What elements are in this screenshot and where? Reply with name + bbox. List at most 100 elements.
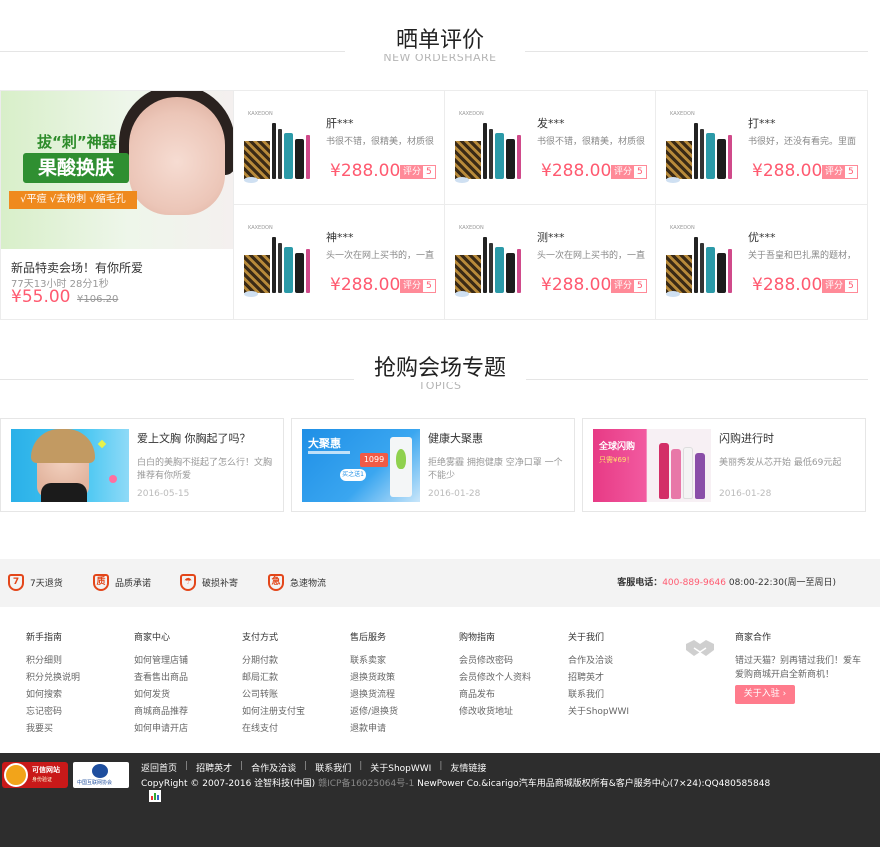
reviewer-name: 打*** (748, 117, 776, 130)
footer-link[interactable]: 邮局汇款 (242, 672, 342, 684)
footer-link[interactable]: 如何注册支付宝 (242, 706, 342, 718)
bottom-links: 返回首页 | 招聘英才 | 合作及洽谈 | 联系我们 | 关于ShopWWI | 友情链接 (141, 761, 487, 774)
footer-link[interactable]: 合作及洽谈 (568, 655, 668, 667)
score-badge: 评分 5 (822, 165, 858, 179)
product-image[interactable]: KAXEDON (666, 111, 738, 183)
share-title: 晒单评价 (375, 22, 504, 54)
seven-day-return-icon: 7 (8, 574, 24, 591)
brand-logo: KAXEDON (248, 225, 273, 231)
product-image[interactable]: KAXEDON (666, 225, 738, 297)
footer-link[interactable]: 如何申请开店 (134, 723, 234, 735)
join-merchant-button[interactable]: 关于入驻 › (735, 685, 795, 704)
quality-icon: 质 (93, 574, 109, 591)
share-grid: 拔“刺”神器 果酸换肤 √平痘 √去粉刺 √缩毛孔 新品特卖会场！有你所爱 77… (0, 90, 868, 320)
footer-link[interactable]: 我要买 (26, 723, 126, 735)
score-badge: 评分 5 (400, 165, 436, 179)
footer-link[interactable]: 退款申请 (350, 723, 450, 735)
internet-society-badge[interactable]: 中国互联网协会 (73, 762, 129, 788)
topic-date: 2016-01-28 (719, 489, 772, 499)
topic-title[interactable]: 爱上文胸 你胸起了吗？ (137, 430, 251, 446)
footer-link[interactable]: 招聘英才 (568, 672, 668, 684)
footer-link[interactable]: 如何管理店铺 (134, 655, 234, 667)
footer-link[interactable]: 查看售出商品 (134, 672, 234, 684)
footer-link[interactable]: 分期付款 (242, 655, 342, 667)
bottom-link[interactable]: 联系我们 (315, 761, 351, 774)
footer-link[interactable]: 联系卖家 (350, 655, 450, 667)
product-price: ¥288.00 (752, 161, 823, 181)
footer-link[interactable]: 如何搜索 (26, 689, 126, 701)
product-image[interactable]: KAXEDON (455, 225, 527, 297)
promo-card[interactable]: 拔“刺”神器 果酸换肤 √平痘 √去粉刺 √缩毛孔 新品特卖会场！有你所爱 77… (1, 91, 234, 319)
footer-link[interactable]: 联系我们 (568, 689, 668, 701)
footer-link[interactable]: 商城商品推荐 (134, 706, 234, 718)
service-item: 急 急速物流 (268, 574, 326, 591)
topic-card[interactable]: 大聚惠 1099 买之送1 健康大聚惠 拒绝雾霾 拥抱健康 空净口罩 一个不能少… (291, 418, 575, 512)
brand-logo: KAXEDON (459, 225, 484, 231)
review-card[interactable]: KAXEDON 神*** 头一次在网上买书的，一直 ¥288.00 评分 5 (234, 205, 445, 319)
handshake-icon (686, 640, 714, 656)
hotline-number[interactable]: 400-889-9646 (662, 578, 726, 588)
review-card[interactable]: KAXEDON 优*** 关于吾皇和巴扎黑的题材， ¥288.00 评分 5 (656, 205, 867, 319)
internet-society-logo-icon (92, 764, 108, 778)
topic-image[interactable]: 全球闪购 只需¥69！ (593, 429, 711, 502)
footer-link[interactable]: 返修/退换货 (350, 706, 450, 718)
footer-link[interactable]: 商品发布 (459, 689, 559, 701)
promo-price: ¥55.00 (11, 287, 71, 307)
footer-link[interactable]: 退换货流程 (350, 689, 450, 701)
bottom-link[interactable]: 招聘英才 (196, 761, 232, 774)
promo-image-headline: 拔“刺”神器 (37, 133, 117, 151)
topic-desc: 拒绝雾霾 拥抱健康 空净口罩 一个不能少 (428, 458, 563, 481)
promo-old-price: ¥106.20 (77, 294, 119, 305)
product-price: ¥288.00 (330, 275, 401, 295)
footer-column: 购物指南 会员修改密码 会员修改个人资料 商品发布 修改收货地址 (459, 630, 559, 723)
trusted-site-icon (4, 763, 28, 787)
review-card[interactable]: KAXEDON 测*** 头一次在网上买书的，一直 ¥288.00 评分 5 (445, 205, 656, 319)
score-badge: 评分 5 (611, 279, 647, 293)
topic-title[interactable]: 健康大聚惠 (428, 430, 483, 446)
footer-link[interactable]: 退换货政策 (350, 672, 450, 684)
brand-logo: KAXEDON (670, 111, 695, 117)
footer-link[interactable]: 会员修改密码 (459, 655, 559, 667)
bottom-link[interactable]: 关于ShopWWI (370, 761, 431, 774)
footer-column: 支付方式 分期付款 邮局汇款 公司转账 如何注册支付宝 在线支付 (242, 630, 342, 740)
stats-icon[interactable] (149, 790, 161, 802)
product-image[interactable]: KAXEDON (455, 111, 527, 183)
footer-column: 新手指南 积分细则 积分兑换说明 如何搜索 忘记密码 我要买 (26, 630, 126, 740)
footer-link[interactable]: 积分兑换说明 (26, 672, 126, 684)
score-badge: 评分 5 (822, 279, 858, 293)
footer-link[interactable]: 积分细则 (26, 655, 126, 667)
topic-card[interactable]: 爱上文胸 你胸起了吗？ 白白的美胸不挺起了怎么行！文胸推荐有你所爱 2016-0… (0, 418, 284, 512)
review-comment: 书很不错，很精美，材质很 (326, 137, 435, 147)
promo-image-tags: √平痘 √去粉刺 √缩毛孔 (9, 191, 137, 209)
footer-link[interactable]: 如何发货 (134, 689, 234, 701)
topic-title[interactable]: 闪购进行时 (719, 430, 774, 446)
footer-link[interactable]: 会员修改个人资料 (459, 672, 559, 684)
icp-number[interactable]: 赣ICP备16025064号-1 (318, 779, 414, 789)
review-card[interactable]: KAXEDON 肝*** 书很不错，很精美，材质很 ¥288.00 评分 5 (234, 91, 445, 205)
footer-column: 关于我们 合作及洽谈 招聘英才 联系我们 关于ShopWWI (568, 630, 668, 723)
footer-link[interactable]: 关于ShopWWI (568, 706, 668, 718)
score-badge: 评分 5 (611, 165, 647, 179)
footer-link[interactable]: 修改收货地址 (459, 706, 559, 718)
footer-link[interactable]: 在线支付 (242, 723, 342, 735)
footer-link[interactable]: 忘记密码 (26, 706, 126, 718)
review-card[interactable]: KAXEDON 发*** 书很不错，很精美，材质很 ¥288.00 评分 5 (445, 91, 656, 205)
promo-name[interactable]: 新品特卖会场！有你所爱 (11, 259, 143, 276)
divider (525, 51, 868, 52)
bottom-link[interactable]: 友情链接 (450, 761, 486, 774)
topic-image[interactable] (11, 429, 129, 502)
product-image[interactable]: KAXEDON (244, 225, 316, 297)
service-bar: 7 7天退货 质 品质承诺 ☂ 破损补寄 急 急速物流 客服电话：400-889… (0, 559, 880, 607)
reviewer-name: 发*** (537, 117, 565, 130)
brand-logo: KAXEDON (670, 225, 695, 231)
footer-column: 售后服务 联系卖家 退换货政策 退换货流程 返修/退换货 退款申请 (350, 630, 450, 740)
promo-image[interactable]: 拔“刺”神器 果酸换肤 √平痘 √去粉刺 √缩毛孔 (1, 91, 233, 249)
footer-link[interactable]: 公司转账 (242, 689, 342, 701)
bottom-link[interactable]: 合作及洽谈 (251, 761, 296, 774)
product-image[interactable]: KAXEDON (244, 111, 316, 183)
review-card[interactable]: KAXEDON 打*** 书很好，还没有看完。里面 ¥288.00 评分 5 (656, 91, 867, 205)
topic-card[interactable]: 全球闪购 只需¥69！ 闪购进行时 美丽秀发从芯开始 最低69元起 2016-0… (582, 418, 866, 512)
bottom-link[interactable]: 返回首页 (141, 761, 177, 774)
trusted-site-badge[interactable]: 可信网站 身份验证 (2, 762, 68, 788)
topic-image[interactable]: 大聚惠 1099 买之送1 (302, 429, 420, 502)
